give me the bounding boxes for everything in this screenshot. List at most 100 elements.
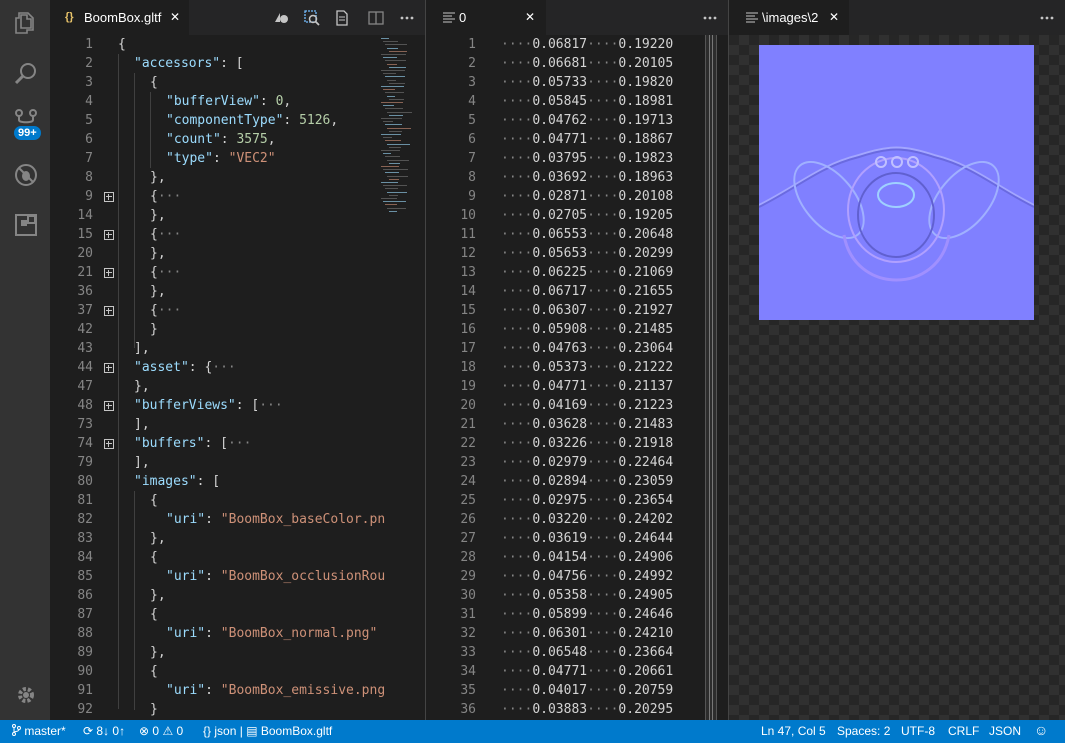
data-row[interactable]: ····0.04771····0.18867 (501, 130, 673, 149)
code-line[interactable]: }, (150, 643, 166, 662)
data-row[interactable]: ····0.05653····0.20299 (501, 244, 673, 263)
split-editor-icon[interactable] (368, 10, 384, 26)
code-line[interactable]: {··· (150, 187, 181, 206)
more-icon[interactable] (1039, 10, 1055, 26)
data-editor[interactable]: 1 ····0.06817····0.19220 2 ····0.06681····0… (426, 35, 728, 720)
code-line[interactable]: {··· (150, 225, 181, 244)
data-row[interactable]: ····0.03692····0.18963 (501, 168, 673, 187)
branch-indicator[interactable]: master* (12, 724, 66, 738)
data-row[interactable]: ····0.04169····0.21223 (501, 396, 673, 415)
line-endings[interactable]: CRLF (948, 724, 979, 738)
more-icon[interactable] (399, 10, 415, 26)
data-row[interactable]: ····0.06301····0.24210 (501, 624, 673, 643)
data-row[interactable]: ····0.04771····0.21137 (501, 377, 673, 396)
code-editor[interactable]: 1{2 "accessors": [3{4 "bufferView": 0, 5 "co… (51, 35, 425, 720)
close-icon[interactable]: ✕ (829, 0, 839, 35)
tab-boombox-gltf[interactable]: {} BoomBox.gltf ✕ (51, 0, 189, 35)
minimap[interactable] (705, 35, 717, 720)
data-row[interactable]: ····0.03619····0.24644 (501, 529, 673, 548)
data-row[interactable]: ····0.03220····0.24202 (501, 510, 673, 529)
data-row[interactable]: ····0.04756····0.24992 (501, 567, 673, 586)
minimap[interactable] (378, 35, 425, 720)
data-row[interactable]: ····0.05733····0.19820 (501, 73, 673, 92)
data-row[interactable]: ····0.04763····0.23064 (501, 339, 673, 358)
code-line[interactable]: "type": "VEC2" (166, 149, 276, 168)
code-line[interactable]: }, (150, 282, 166, 301)
data-row[interactable]: ····0.05899····0.24646 (501, 605, 673, 624)
gear-icon[interactable] (13, 682, 39, 708)
code-line[interactable]: { (150, 662, 158, 681)
code-line[interactable]: "accessors": [ (134, 54, 244, 73)
code-line[interactable]: }, (150, 586, 166, 605)
data-row[interactable]: ····0.06553····0.20648 (501, 225, 673, 244)
language-indicator[interactable]: {} json | ▤ BoomBox.gltf (203, 724, 332, 738)
language-mode[interactable]: JSON (989, 724, 1021, 738)
code-line[interactable]: "uri": "BoomBox_emissive.png (166, 681, 385, 700)
code-line[interactable]: { (150, 548, 158, 567)
code-line[interactable]: }, (150, 206, 166, 225)
code-line[interactable]: } (150, 700, 158, 719)
data-row[interactable]: ····0.06717····0.21655 (501, 282, 673, 301)
explorer-icon[interactable] (13, 10, 39, 36)
code-line[interactable]: "count": 3575, (166, 130, 276, 149)
fold-expand-icon[interactable] (104, 306, 114, 316)
fold-expand-icon[interactable] (104, 401, 114, 411)
code-line[interactable]: "uri": "BoomBox_baseColor.pn (166, 510, 385, 529)
inspect-icon[interactable] (304, 10, 320, 26)
search-icon[interactable] (13, 61, 39, 87)
data-row[interactable]: ····0.05373····0.21222 (501, 358, 673, 377)
tab-image-2[interactable]: \images\2 ✕ (729, 0, 849, 35)
fold-expand-icon[interactable] (104, 439, 114, 449)
problems-button[interactable]: ⊗ 0 ⚠ 0 (139, 724, 183, 738)
code-line[interactable]: { (150, 73, 158, 92)
data-row[interactable]: ····0.02894····0.23059 (501, 472, 673, 491)
close-icon[interactable]: ✕ (170, 0, 180, 35)
code-line[interactable]: {··· (150, 301, 181, 320)
code-line[interactable]: }, (134, 377, 150, 396)
data-row[interactable]: ····0.06307····0.21927 (501, 301, 673, 320)
code-line[interactable]: "uri": "BoomBox_normal.png" (166, 624, 377, 643)
code-line[interactable]: "uri": "BoomBox_occlusionRou (166, 567, 385, 586)
data-row[interactable]: ····0.05908····0.21485 (501, 320, 673, 339)
data-row[interactable]: ····0.02871····0.20108 (501, 187, 673, 206)
data-row[interactable]: ····0.04017····0.20759 (501, 681, 673, 700)
code-line[interactable]: ], (134, 339, 150, 358)
data-row[interactable]: ····0.02975····0.23654 (501, 491, 673, 510)
code-line[interactable]: "buffers": [··· (134, 434, 251, 453)
close-icon[interactable]: ✕ (525, 0, 535, 35)
code-line[interactable]: {··· (150, 263, 181, 282)
code-line[interactable]: ], (134, 453, 150, 472)
data-row[interactable]: ····0.05358····0.24905 (501, 586, 673, 605)
code-line[interactable]: }, (150, 168, 166, 187)
data-row[interactable]: ····0.03883····0.20295 (501, 700, 673, 719)
data-row[interactable]: ····0.02705····0.19205 (501, 206, 673, 225)
data-row[interactable]: ····0.03795····0.19823 (501, 149, 673, 168)
debug-icon[interactable] (13, 162, 39, 188)
normal-map-image[interactable] (759, 45, 1034, 320)
fold-expand-icon[interactable] (104, 363, 114, 373)
code-line[interactable]: }, (150, 529, 166, 548)
data-row[interactable]: ····0.03628····0.21483 (501, 415, 673, 434)
data-row[interactable]: ····0.05845····0.18981 (501, 92, 673, 111)
fold-expand-icon[interactable] (104, 192, 114, 202)
extensions-icon[interactable] (13, 212, 39, 238)
feedback-smiley-icon[interactable]: ☺ (1034, 722, 1048, 738)
code-line[interactable]: { (118, 35, 126, 54)
cursor-position[interactable]: Ln 47, Col 5 (761, 724, 826, 738)
encoding[interactable]: UTF-8 (901, 724, 935, 738)
code-line[interactable]: }, (150, 244, 166, 263)
indentation[interactable]: Spaces: 2 (837, 724, 890, 738)
data-row[interactable]: ····0.06681····0.20105 (501, 54, 673, 73)
code-line[interactable]: ], (134, 415, 150, 434)
preview-model-icon[interactable] (273, 10, 289, 26)
fold-expand-icon[interactable] (104, 230, 114, 240)
data-row[interactable]: ····0.06817····0.19220 (501, 35, 673, 54)
data-row[interactable]: ····0.02979····0.22464 (501, 453, 673, 472)
tab-accessor-0[interactable]: 0 ✕ (426, 0, 546, 35)
data-row[interactable]: ····0.04762····0.19713 (501, 111, 673, 130)
code-line[interactable]: "componentType": 5126, (166, 111, 338, 130)
code-line[interactable]: "images": [ (134, 472, 220, 491)
data-row[interactable]: ····0.06225····0.21069 (501, 263, 673, 282)
fold-expand-icon[interactable] (104, 268, 114, 278)
code-line[interactable]: { (150, 491, 158, 510)
